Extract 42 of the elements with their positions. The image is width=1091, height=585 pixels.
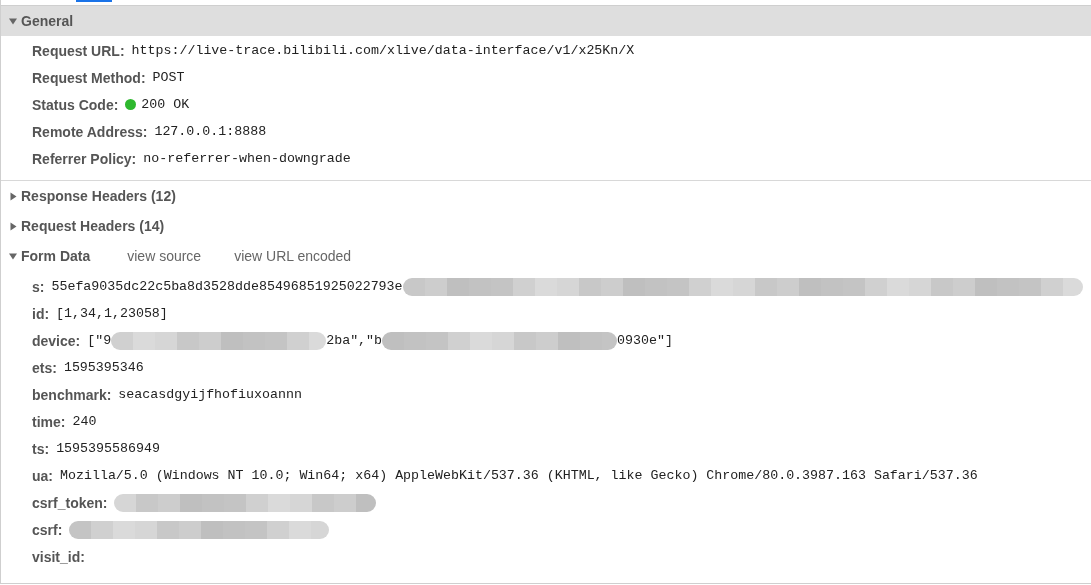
section-header[interactable]: Response Headers (12) [1, 181, 1091, 211]
field-label: s: [32, 278, 45, 295]
field-value: 2ba","b [326, 333, 383, 348]
field-value: POST [152, 70, 185, 85]
field-value: 200 OK [141, 97, 190, 112]
field-label: Request Method: [32, 69, 146, 86]
field-label: benchmark: [32, 386, 112, 403]
section-header[interactable]: Request Headers (14) [1, 211, 1091, 241]
tab-indicator [76, 0, 112, 2]
field-value: 0930e"] [617, 333, 673, 348]
field-label: csrf: [32, 521, 63, 538]
field-label: Remote Address: [32, 123, 148, 140]
field-label: ts: [32, 440, 50, 457]
field-value: 240 [72, 414, 97, 429]
field-label: visit_id: [32, 548, 85, 565]
field-value: 1595395346 [63, 360, 144, 375]
field-label: Request URL: [32, 42, 125, 59]
field-value: [1,34,1,23058] [56, 306, 168, 321]
field-value: Mozilla/5.0 (Windows NT 10.0; Win64; x64) AppleWebKit/537.36 (KHTML, like Gecko) Chrome/80.0.3987.163 Safari/537.36 [60, 468, 978, 483]
triangle-down-icon [9, 251, 18, 261]
view-link[interactable]: view URL encoded [234, 248, 352, 264]
triangle-down-icon [9, 16, 18, 26]
section-header[interactable]: Form Data view source view URL encoded [1, 241, 1091, 271]
triangle-right-icon [9, 191, 18, 201]
field-value: https://live-trace.bilibili.com/xlive/data-interface/v1/x25Kn/X [131, 43, 635, 58]
field-label: ua: [32, 467, 53, 484]
field-label: ets: [32, 359, 57, 376]
view-link[interactable]: view source [127, 248, 202, 264]
field-value: 127.0.0.1:8888 [154, 124, 267, 139]
triangle-right-icon [9, 221, 18, 231]
field-label: Referrer Policy: [32, 150, 137, 167]
field-value: 1595395586949 [56, 441, 160, 456]
section-header[interactable]: General [1, 6, 1091, 36]
field-label: csrf_token: [32, 494, 108, 511]
field-value: no-referrer-when-downgrade [143, 151, 351, 166]
field-label: id: [32, 305, 50, 322]
field-value: 55efa9035dc22c5ba8d3528dde85496851925022793e [51, 279, 403, 294]
field-label: device: [32, 332, 81, 349]
field-label: Status Code: [32, 96, 119, 113]
field-value: ["9 [87, 333, 112, 348]
field-label: time: [32, 413, 66, 430]
field-value: seacasdgyijfhofiuxoannn [118, 387, 302, 402]
